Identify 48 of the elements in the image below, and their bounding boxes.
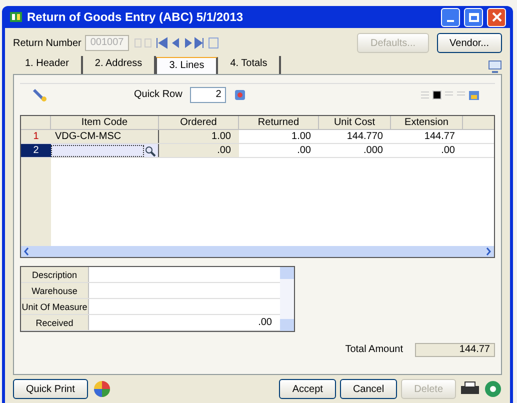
total-amount-field: 144.77 bbox=[415, 342, 495, 356]
detail-label: Warehouse bbox=[21, 283, 89, 298]
footer-button[interactable]: Accept bbox=[279, 379, 336, 399]
table-cell-text: 144.77 bbox=[423, 130, 456, 143]
horizontal-scrollbar[interactable] bbox=[21, 246, 494, 257]
column-header: Ordered bbox=[159, 116, 239, 129]
table-cell: .00 bbox=[159, 144, 239, 157]
maximize-button[interactable] bbox=[464, 8, 483, 26]
detail-label: Unit Of Measure bbox=[21, 299, 89, 314]
screen-icon bbox=[488, 60, 502, 74]
close-icon bbox=[492, 12, 502, 22]
tab[interactable]: 3. Lines bbox=[156, 57, 218, 75]
column-header: Unit Cost bbox=[319, 116, 391, 129]
app-icon bbox=[9, 10, 23, 24]
return-number-label: Return Number bbox=[13, 36, 82, 50]
column-header: Item Code bbox=[51, 116, 159, 129]
total-amount-label: Total Amount bbox=[345, 343, 403, 357]
table-cell-text: VDG-CM-MSC bbox=[54, 130, 122, 144]
table-cell-text: 144.770 bbox=[346, 130, 384, 143]
quick-row-field[interactable]: 2 bbox=[190, 86, 226, 102]
footer-button[interactable]: Cancel bbox=[340, 379, 398, 399]
table-cell-text: 1.00 bbox=[290, 130, 312, 143]
column-header: Extension bbox=[391, 116, 463, 129]
table-cell-text: .000 bbox=[362, 144, 384, 157]
table-cell-text: .00 bbox=[440, 144, 456, 157]
vertical-scrollbar[interactable] bbox=[280, 267, 294, 331]
item-code-field[interactable] bbox=[51, 144, 144, 156]
grid-row[interactable]: 2 .00 .00 .000 .00 bbox=[21, 144, 494, 158]
detail-label: Description bbox=[21, 267, 89, 282]
color-wheel-icon[interactable] bbox=[92, 379, 112, 399]
quick-row-label: Quick Row bbox=[134, 88, 182, 102]
column-header: Returned bbox=[239, 116, 319, 129]
quick-print-button[interactable]: Quick Print bbox=[13, 379, 88, 399]
header-button[interactable]: Vendor... bbox=[436, 33, 502, 53]
window-title: Return of Goods Entry (ABC) 5/1/2013 bbox=[27, 9, 244, 26]
lookup-icon[interactable] bbox=[144, 144, 158, 156]
help-icon[interactable] bbox=[484, 380, 502, 398]
row-number: 2 bbox=[21, 144, 51, 157]
close-button[interactable] bbox=[487, 8, 506, 26]
table-cell-text: .00 bbox=[296, 144, 312, 157]
wand-icon bbox=[32, 88, 48, 102]
row-number: 1 bbox=[21, 130, 51, 143]
grid-row[interactable]: 1 VDG-CM-MSC 1.00 1.00 144.770 144.77 bbox=[21, 130, 494, 144]
jump-icon bbox=[234, 88, 246, 100]
table-cell: 1.00 bbox=[159, 130, 239, 143]
detail-value-field[interactable]: .00 bbox=[89, 315, 280, 330]
detail-label: Received bbox=[21, 315, 89, 330]
minimize-button[interactable] bbox=[441, 8, 460, 26]
